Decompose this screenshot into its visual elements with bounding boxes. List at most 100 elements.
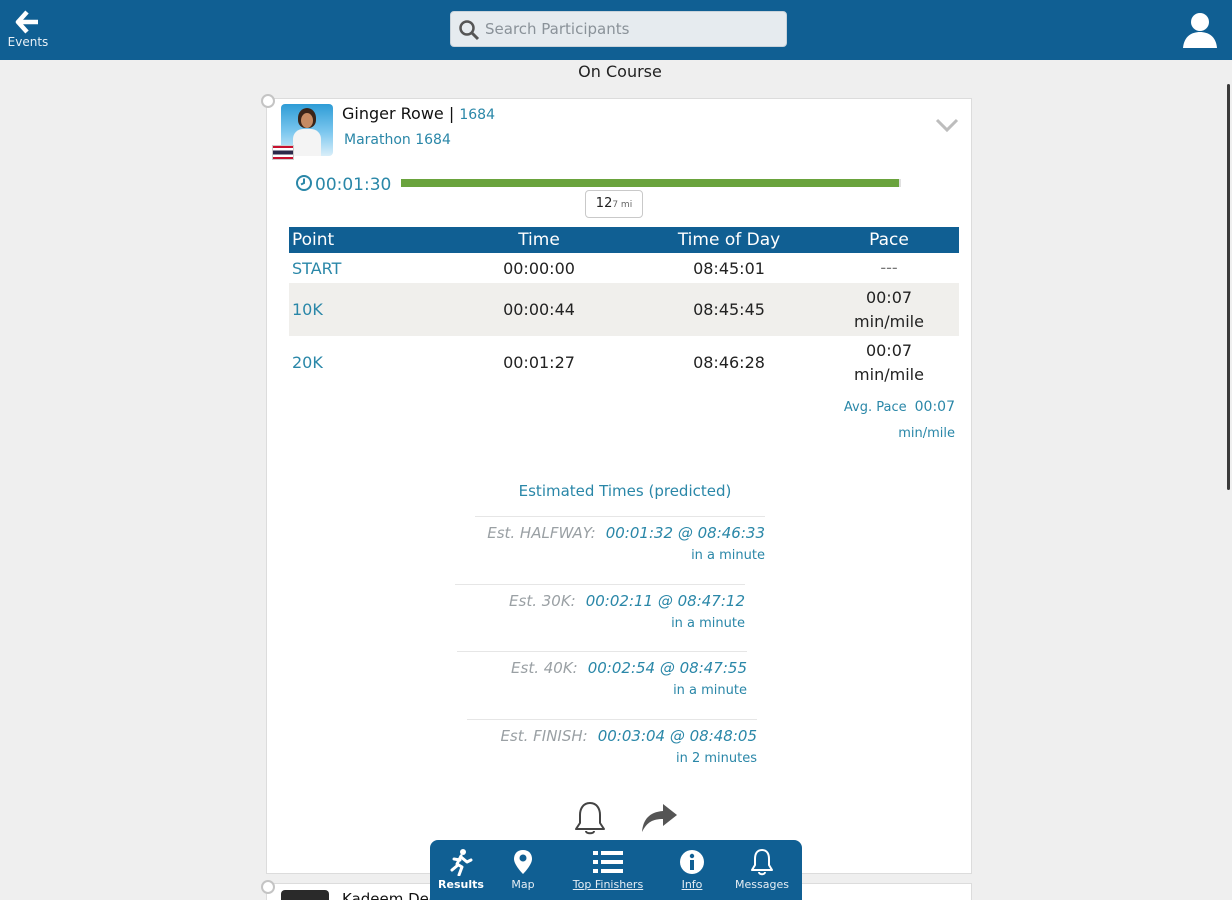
nav-label: Top Finishers — [572, 878, 644, 891]
split-pace: --- — [819, 253, 959, 283]
back-to-events-button[interactable]: Events — [6, 8, 50, 54]
bell-icon — [751, 849, 773, 876]
runner-icon — [450, 849, 473, 876]
user-icon — [1183, 13, 1217, 48]
split-pace: 00:07 min/mile — [819, 283, 959, 336]
progress-fill — [401, 179, 899, 187]
estimate-label: Est. FINISH: — [500, 727, 588, 745]
elapsed-value: 00:01:30 — [315, 175, 392, 195]
divider — [455, 584, 745, 585]
back-label: Events — [7, 35, 49, 49]
country-flag-icon — [272, 145, 294, 160]
split-time: 00:00:00 — [503, 258, 575, 278]
estimate-item: Est. 30K: 00:02:11 @ 08:47:12 in a minute — [445, 584, 745, 631]
split-pace-value: --- — [880, 258, 898, 277]
nav-results[interactable]: Results — [434, 840, 488, 900]
search-input[interactable] — [485, 17, 775, 41]
split-pace: 00:07 min/mile — [819, 336, 959, 389]
col-header-pace: Pace — [819, 227, 959, 253]
top-bar: Events — [0, 0, 1232, 60]
estimate-item: Est. FINISH: 00:03:04 @ 08:48:05 in 2 min… — [457, 719, 757, 766]
nav-label: Map — [511, 878, 535, 891]
average-pace: Avg. Pace 00:07 min/mile — [844, 394, 955, 447]
split-point: START — [292, 258, 342, 278]
search-box[interactable] — [450, 11, 787, 47]
table-row: 10K 00:00:44 08:45:45 00:07 min/mile — [289, 283, 959, 336]
split-point: 20K — [292, 353, 323, 372]
card-pin-icon — [261, 94, 275, 108]
split-pace-unit: min/mile — [854, 364, 924, 384]
avg-pace-unit: min/mile — [898, 426, 955, 441]
estimate-label: Est. HALFWAY: — [487, 524, 596, 542]
divider — [467, 719, 757, 720]
split-time: 00:01:27 — [503, 353, 575, 372]
divider — [475, 516, 765, 517]
estimate-value: 00:03:04 @ 08:48:05 — [597, 727, 757, 745]
estimate-label: Est. 40K: — [511, 659, 578, 677]
estimate-relative: in 2 minutes — [675, 751, 757, 766]
estimate-relative: in a minute — [671, 616, 745, 631]
distance-value: 12 — [595, 196, 613, 211]
participant-card: Ginger Rowe | 1684 Marathon 1684 00:01:3… — [266, 98, 972, 874]
participant-name-line: Ginger Rowe | 1684 — [342, 104, 495, 123]
profile-button[interactable] — [1180, 10, 1220, 50]
nav-map[interactable]: Map — [500, 840, 546, 900]
arrow-left-icon — [15, 10, 38, 34]
card-pin-icon — [261, 880, 275, 894]
divider — [457, 651, 747, 652]
distance-unit: 7 mi — [612, 200, 633, 210]
search-icon — [459, 20, 480, 41]
participant-name: Ginger Rowe — [342, 104, 444, 123]
col-header-time: Time — [439, 227, 639, 253]
bottom-nav: Results Map Top Finishers Info Messages — [430, 840, 802, 900]
chevron-down-icon[interactable] — [935, 117, 959, 133]
name-separator: | — [448, 104, 455, 123]
map-pin-icon — [514, 850, 532, 874]
share-arrow-icon — [642, 804, 677, 832]
split-pace-value: 00:07 — [865, 340, 913, 360]
split-time-of-day: 08:46:28 — [693, 353, 765, 372]
scrollbar[interactable] — [1227, 84, 1230, 490]
col-header-time-of-day: Time of Day — [639, 227, 819, 253]
participant-avatar[interactable] — [281, 890, 329, 900]
alert-button[interactable] — [571, 799, 609, 837]
split-point: 10K — [289, 283, 439, 336]
distance-marker: 127 mi — [585, 190, 643, 218]
nav-messages[interactable]: Messages — [730, 840, 794, 900]
progress-bar — [401, 179, 901, 187]
split-pace-value: 00:07 — [865, 287, 913, 307]
avg-pace-value: 00:07 — [914, 399, 955, 415]
split-pace-unit: min/mile — [854, 311, 924, 331]
estimate-value: 00:01:32 @ 08:46:33 — [605, 524, 765, 542]
estimate-label: Est. 30K: — [509, 592, 576, 610]
nav-label: Messages — [735, 878, 789, 891]
participant-name: Kadeem Dee — [342, 890, 439, 900]
estimates-title: Estimated Times (predicted) — [518, 482, 732, 500]
estimate-relative: in a minute — [691, 548, 765, 563]
estimate-item: Est. HALFWAY: 00:01:32 @ 08:46:33 in a mi… — [465, 516, 765, 563]
estimate-relative: in a minute — [673, 683, 747, 698]
clock-icon — [296, 175, 312, 191]
nav-label: Results — [438, 878, 484, 891]
col-header-point: Point — [289, 227, 439, 253]
split-time-of-day: 08:45:01 — [693, 258, 765, 278]
nav-label: Info — [681, 878, 703, 891]
page-title: On Course — [578, 62, 662, 81]
splits-header-row: Point Time Time of Day Pace — [289, 227, 959, 253]
avg-pace-label: Avg. Pace — [843, 400, 907, 415]
elapsed-time: 00:01:30 — [295, 174, 391, 195]
bell-icon — [575, 802, 605, 835]
split-time-of-day: 08:45:45 — [639, 283, 819, 336]
estimate-value: 00:02:54 @ 08:47:55 — [587, 659, 747, 677]
table-row: 20K 00:01:27 08:46:28 00:07 min/mile — [289, 336, 959, 389]
table-row: START 00:00:00 08:45:01 --- — [289, 253, 959, 283]
split-time: 00:00:44 — [439, 283, 639, 336]
list-icon — [593, 851, 623, 873]
estimate-value: 00:02:11 @ 08:47:12 — [585, 592, 745, 610]
info-icon — [680, 850, 704, 874]
estimate-item: Est. 40K: 00:02:54 @ 08:47:55 in a minute — [447, 651, 747, 698]
nav-top-finishers[interactable]: Top Finishers — [566, 840, 650, 900]
nav-info[interactable]: Info — [670, 840, 714, 900]
share-button[interactable] — [639, 802, 679, 836]
splits-table: Point Time Time of Day Pace START 00:00:… — [289, 227, 959, 389]
